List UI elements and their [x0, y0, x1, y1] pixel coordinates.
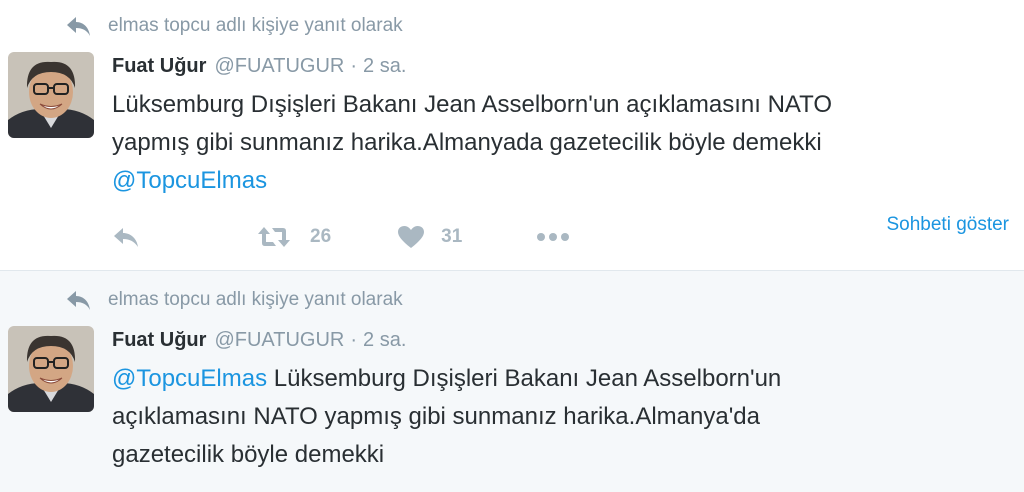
tweet-text-line: Lüksemburg Dışişleri Bakanı Jean Asselbo…	[112, 91, 833, 118]
show-conversation-link[interactable]: Sohbeti göster	[886, 214, 1009, 236]
display-name[interactable]: Fuat Uğur	[112, 329, 206, 352]
reply-icon	[114, 228, 138, 247]
user-handle[interactable]: @FUATUGUR	[214, 329, 344, 352]
user-handle[interactable]: @FUATUGUR	[214, 55, 344, 78]
reply-arrow-icon	[67, 17, 90, 36]
reply-button[interactable]	[112, 226, 140, 248]
tweet-text: Lüksemburg Dışişleri Bakanı Jean Asselbo…	[112, 86, 992, 200]
reply-context[interactable]: elmas topcu adlı kişiye yanıt olarak	[66, 286, 403, 314]
avatar[interactable]	[8, 326, 94, 412]
tweet-text-segment: Lüksemburg Dışişleri Bakanı Jean Asselbo…	[267, 365, 782, 392]
more-icon	[537, 233, 570, 241]
like-button[interactable]: 31	[397, 225, 462, 249]
tweet-2[interactable]: elmas topcu adlı kişiye yanıt olarak Fua…	[0, 271, 1024, 492]
tweet-text-line: gazetecilik böyle demekki	[112, 441, 385, 468]
retweet-icon	[258, 227, 290, 247]
reply-arrow-icon	[67, 291, 90, 310]
reply-context[interactable]: elmas topcu adlı kişiye yanıt olarak	[66, 12, 403, 40]
avatar[interactable]	[8, 52, 94, 138]
tweet-header: Fuat Uğur @FUATUGUR · 2 sa.	[112, 52, 406, 80]
tweet-1[interactable]: elmas topcu adlı kişiye yanıt olarak Fua…	[0, 0, 1024, 271]
tweet-text: @TopcuElmas Lüksemburg Dışişleri Bakanı …	[112, 360, 992, 474]
retweet-count: 26	[310, 226, 332, 247]
separator-dot: ·	[350, 54, 358, 77]
retweet-button[interactable]: 26	[256, 225, 331, 249]
reply-context-text: elmas topcu adlı kişiye yanıt olarak	[108, 289, 403, 310]
heart-icon	[398, 226, 425, 248]
timestamp[interactable]: 2 sa.	[363, 329, 406, 352]
more-button[interactable]	[536, 232, 570, 242]
tweet-text-line: yapmış gibi sunmanız harika.Almanyada ga…	[112, 129, 822, 156]
separator-dot: ·	[350, 328, 358, 351]
mention-link[interactable]: @TopcuElmas	[112, 167, 267, 194]
timestamp[interactable]: 2 sa.	[363, 55, 406, 78]
tweet-header: Fuat Uğur @FUATUGUR · 2 sa.	[112, 326, 406, 354]
tweet-actions: 26 31	[112, 222, 570, 252]
like-count: 31	[441, 226, 463, 247]
reply-context-text: elmas topcu adlı kişiye yanıt olarak	[108, 15, 403, 36]
mention-link[interactable]: @TopcuElmas	[112, 365, 267, 392]
display-name[interactable]: Fuat Uğur	[112, 55, 206, 78]
tweet-text-line: açıklamasını NATO yapmış gibi sunmanız h…	[112, 403, 760, 430]
